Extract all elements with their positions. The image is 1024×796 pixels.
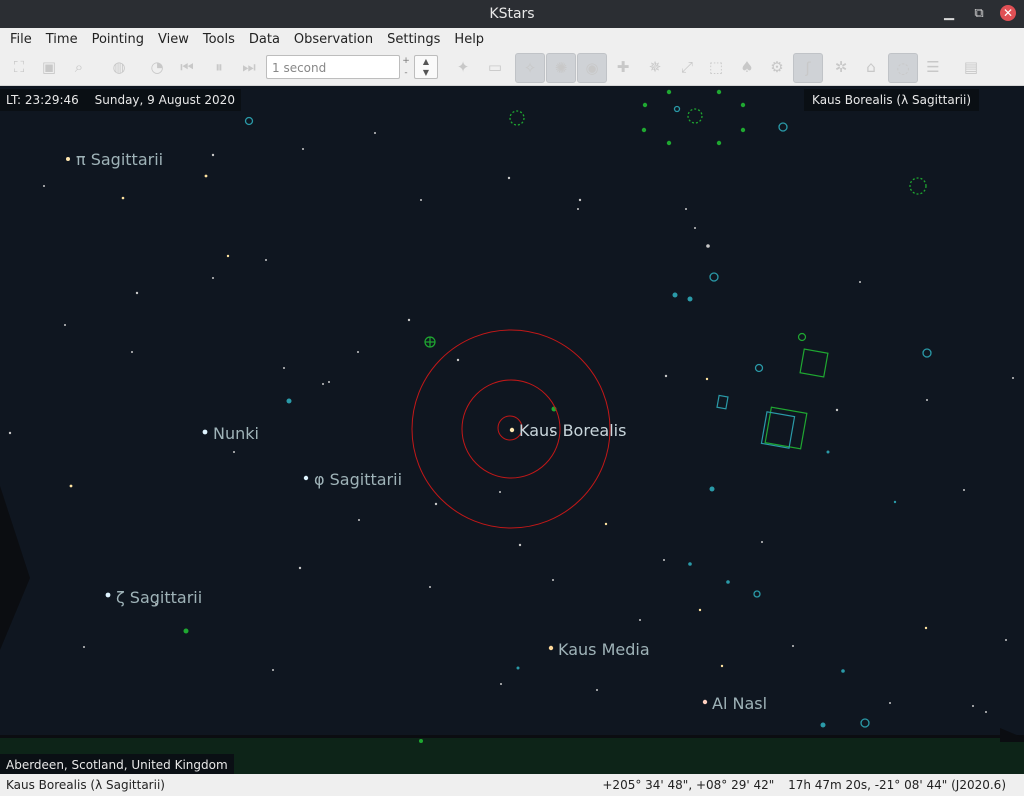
globe-icon[interactable]: ◍	[108, 56, 130, 78]
local-date: Sunday, 9 August 2020	[94, 93, 235, 107]
time-info-box: LT: 23:29:46 Sunday, 9 August 2020	[0, 89, 241, 111]
status-bar: Kaus Borealis (λ Sagittarii) +205° 34' 4…	[0, 774, 1024, 796]
background-stars	[8, 132, 1014, 713]
chevron-up-icon[interactable]: ▲	[415, 56, 437, 67]
deep-sky-objects	[244, 105, 932, 728]
local-time: LT: 23:29:46	[6, 93, 79, 107]
menu-data[interactable]: Data	[242, 32, 287, 47]
deep-sky-toggle-icon[interactable]: ✺	[546, 53, 576, 83]
close-icon[interactable]: ✕	[1000, 5, 1016, 21]
focus-object-box: Kaus Borealis (λ Sagittarii)	[804, 89, 979, 111]
label-kaus-media[interactable]: Kaus Media	[558, 640, 650, 659]
cluster-dots	[183, 89, 746, 743]
observing-list-icon[interactable]: ☰	[922, 56, 944, 78]
time-unit-spin[interactable]: + -	[400, 55, 412, 79]
window-title: KStars	[489, 6, 535, 22]
stars-toggle-icon[interactable]: ✧	[515, 53, 545, 83]
star-al-nasl[interactable]	[702, 699, 708, 705]
title-bar: KStars ▁ ⧉ ✕	[0, 0, 1024, 28]
sky-map[interactable]: π Sagittarii Nunki φ Sagittarii ζ Sagitt…	[0, 86, 1024, 774]
label-phi-sgr[interactable]: φ Sagittarii	[314, 470, 402, 489]
maximize-icon[interactable]: ⧉	[970, 4, 988, 22]
label-kaus-borealis[interactable]: Kaus Borealis	[519, 421, 626, 440]
star-nunki[interactable]	[202, 429, 208, 435]
label-zeta-sgr[interactable]: ζ Sagittarii	[116, 588, 202, 607]
menu-file[interactable]: File	[0, 32, 39, 47]
solar-system-toggle-icon[interactable]: ◉	[577, 53, 607, 83]
clock-icon[interactable]: ◔	[146, 56, 168, 78]
label-nunki[interactable]: Nunki	[213, 424, 259, 443]
star-zeta-sgr[interactable]	[105, 592, 111, 598]
minimize-icon[interactable]: ▁	[940, 4, 958, 22]
open-clusters	[509, 108, 927, 195]
menu-pointing[interactable]: Pointing	[85, 32, 151, 47]
status-radec: 17h 47m 20s, -21° 08' 44" (J2020.6)	[788, 778, 1006, 792]
star-pi-sgr[interactable]	[66, 157, 70, 161]
menu-settings[interactable]: Settings	[380, 32, 447, 47]
zoom-out-icon[interactable]: ▣	[38, 56, 60, 78]
pause-icon[interactable]: ⏸	[208, 56, 230, 78]
horizon-toggle-icon[interactable]: ʃ	[793, 53, 823, 83]
constellation-lines-icon[interactable]: ✵	[644, 56, 666, 78]
zoom-in-icon[interactable]: ⛶	[8, 56, 30, 78]
menu-bar: File Time Pointing View Tools Data Obser…	[0, 28, 1024, 50]
star-kaus-media[interactable]	[548, 645, 554, 651]
boundaries-icon[interactable]: ⬚	[705, 56, 727, 78]
hips-icon[interactable]: ⌂	[860, 56, 882, 78]
time-step-spinbox[interactable]: ▲ ▼	[414, 55, 438, 79]
label-pi-sgr[interactable]: π Sagittarii	[76, 150, 163, 169]
telescope-icon[interactable]: ✦	[452, 56, 474, 78]
main-toolbar: ⛶ ▣ ⌕ ◍ ◔ ⏮ ⏸ ⏭ ✦ ▭ ✧ ✺ ◉ ✚ ✵ ⤢ ⬚ ♠ ⚙ ʃ …	[0, 50, 1024, 86]
sky-calendar-icon[interactable]: ▤	[960, 56, 982, 78]
step-forward-icon[interactable]: ⏭	[238, 56, 260, 78]
status-coordinates: +205° 34' 48", +08° 29' 42" 17h 47m 20s,…	[602, 774, 1006, 796]
kstars-window: KStars ▁ ⧉ ✕ File Time Pointing View Too…	[0, 0, 1024, 796]
menu-tools[interactable]: Tools	[196, 32, 242, 47]
menu-time[interactable]: Time	[39, 32, 85, 47]
constellation-names-icon[interactable]: ⤢	[676, 56, 698, 78]
step-back-icon[interactable]: ⏮	[176, 56, 198, 78]
time-step-field[interactable]: 1 second	[266, 55, 400, 79]
image-icon[interactable]: ▭	[484, 56, 506, 78]
dso-dots	[286, 292, 897, 728]
milky-way-icon[interactable]: ♠	[736, 56, 758, 78]
menu-help[interactable]: Help	[447, 32, 491, 47]
supernova-icon[interactable]: ✚	[612, 56, 634, 78]
menu-observation[interactable]: Observation	[287, 32, 380, 47]
named-stars: π Sagittarii Nunki φ Sagittarii ζ Sagitt…	[66, 150, 767, 713]
menu-view[interactable]: View	[151, 32, 196, 47]
fov-toggle-icon[interactable]: ◌	[888, 53, 918, 83]
location-box: Aberdeen, Scotland, United Kingdom	[0, 754, 234, 774]
star-kaus-borealis[interactable]	[509, 427, 515, 433]
status-object: Kaus Borealis (λ Sagittarii)	[6, 778, 165, 792]
status-altaz: +205° 34' 48", +08° 29' 42"	[602, 778, 775, 792]
satellites-icon[interactable]: ✲	[830, 56, 852, 78]
sky-canvas[interactable]: π Sagittarii Nunki φ Sagittarii ζ Sagitt…	[0, 86, 1024, 774]
star-phi-sgr[interactable]	[303, 475, 309, 481]
find-icon[interactable]: ⌕	[68, 56, 90, 78]
ground-icon[interactable]: ⚙	[766, 56, 788, 78]
label-al-nasl[interactable]: Al Nasl	[712, 694, 767, 713]
chevron-down-icon[interactable]: ▼	[415, 67, 437, 78]
horizon-silhouette	[0, 486, 1024, 774]
